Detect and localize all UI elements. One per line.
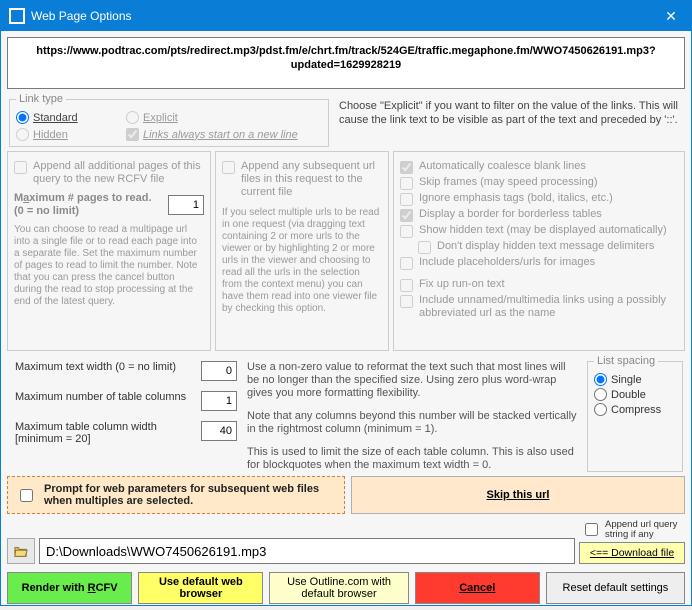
use-default-browser-button[interactable]: Use default web browser [138, 572, 263, 604]
download-path-input[interactable] [39, 538, 575, 564]
check-ignore-emph[interactable]: Ignore emphasis tags (bold, italics, etc… [400, 192, 678, 206]
check-unnamed-links[interactable]: Include unnamed/multimedia links using a… [400, 294, 678, 320]
max-pages-input[interactable] [168, 195, 204, 215]
max-col-width-desc: This is used to limit the size of each t… [247, 446, 577, 472]
download-file-button[interactable]: <== Download file [579, 542, 685, 564]
radio-double[interactable]: Double [594, 388, 676, 401]
list-spacing-group: List spacing Single Double Compress [587, 355, 683, 472]
options-pane: Automatically coalesce blank lines Skip … [393, 151, 685, 351]
check-show-hidden[interactable]: Show hidden text (may be displayed autom… [400, 224, 678, 238]
check-coalesce[interactable]: Automatically coalesce blank lines [400, 160, 678, 174]
app-icon [9, 8, 25, 24]
max-text-width-label: Maximum text width (0 = no limit) [15, 361, 176, 373]
radio-standard[interactable]: Standard [16, 111, 126, 124]
use-outline-button[interactable]: Use Outline.com with default browser [269, 572, 408, 604]
check-img-placeholders[interactable]: Include placeholders/urls for images [400, 256, 678, 270]
check-newline-links[interactable]: Links always start on a new line [126, 128, 322, 141]
check-fix-runon[interactable]: Fix up run-on text [400, 278, 678, 292]
render-rcfv-button[interactable]: Render with RCFV [7, 572, 132, 604]
max-col-width-input[interactable] [201, 421, 237, 441]
link-type-group: Link type Standard Explicit Hidden Links… [9, 93, 329, 147]
list-spacing-legend: List spacing [594, 355, 658, 367]
max-pages-label: Maximum # pages to read. (0 = no limit) [14, 192, 162, 218]
reset-defaults-button[interactable]: Reset default settings [546, 572, 685, 604]
check-prompt-params[interactable]: Prompt for web parameters for subsequent… [7, 476, 345, 514]
max-cols-desc: Note that any columns beyond this number… [247, 410, 577, 436]
radio-hidden[interactable]: Hidden [16, 128, 126, 141]
max-text-width-desc: Use a non-zero value to reformat the tex… [247, 361, 577, 400]
append-pages-pane: Append all additional pages of this quer… [7, 151, 211, 351]
append-urls-pane: Append any subsequent url files in this … [215, 151, 389, 351]
check-display-border[interactable]: Display a border for borderless tables [400, 208, 678, 222]
browse-folder-button[interactable] [7, 538, 35, 564]
radio-explicit[interactable]: Explicit [126, 111, 322, 124]
check-no-hidden-delim[interactable]: Don't display hidden text message delimi… [418, 240, 678, 254]
check-append-urls[interactable]: Append any subsequent url files in this … [222, 160, 382, 199]
skip-url-button[interactable]: Skip this url [351, 476, 685, 514]
max-pages-help: You can choose to read a multipage url i… [14, 224, 204, 308]
titlebar: Web Page Options ✕ [1, 1, 691, 31]
url-textarea[interactable]: https://www.podtrac.com/pts/redirect.mp3… [7, 37, 685, 89]
max-col-width-label: Maximum table column width [minimum = 20… [15, 421, 201, 445]
max-text-width-input[interactable] [201, 361, 237, 381]
max-cols-label: Maximum number of table columns [15, 391, 186, 403]
explicit-description: Choose "Explicit" if you want to filter … [335, 93, 685, 147]
check-append-pages[interactable]: Append all additional pages of this quer… [14, 160, 204, 186]
check-append-query[interactable]: Append url query string if any [581, 520, 685, 540]
radio-compress[interactable]: Compress [594, 403, 676, 416]
check-skip-frames[interactable]: Skip frames (may speed processing) [400, 176, 678, 190]
folder-open-icon [14, 544, 28, 558]
title-text: Web Page Options [31, 9, 132, 23]
append-urls-help: If you select multiple urls to be read i… [222, 207, 382, 315]
close-button[interactable]: ✕ [651, 1, 691, 31]
max-cols-input[interactable] [201, 391, 237, 411]
cancel-button[interactable]: Cancel [415, 572, 540, 604]
radio-single[interactable]: Single [594, 373, 676, 386]
link-type-legend: Link type [16, 93, 66, 105]
